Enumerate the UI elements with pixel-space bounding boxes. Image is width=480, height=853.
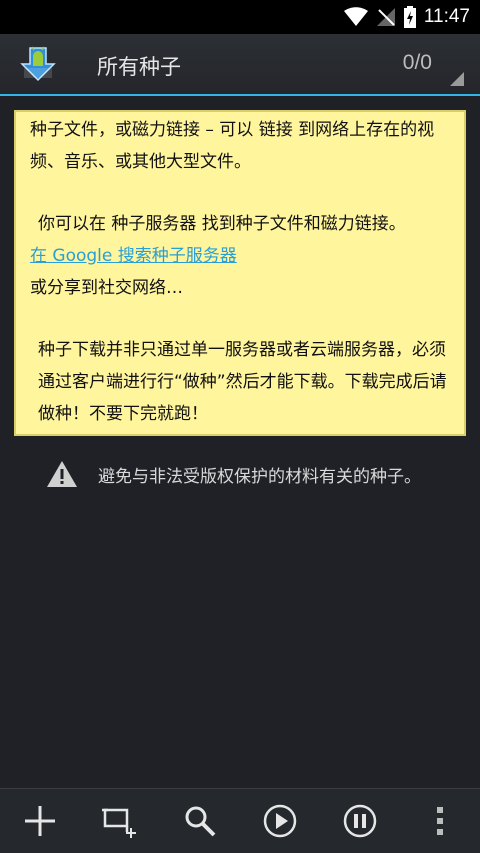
info-paragraph: 种子下载并非只通过单一服务器或者云端服务器，必须通过客户端进行行“做种”然后才能… bbox=[38, 340, 447, 424]
action-bar: 所有种子 0/0 bbox=[0, 34, 480, 94]
dropdown-indicator-icon[interactable] bbox=[450, 72, 464, 86]
warning-icon bbox=[47, 461, 77, 487]
status-bar: 11:47 bbox=[0, 0, 480, 34]
search-icon bbox=[185, 806, 216, 837]
copyright-warning: 避免与非法受版权保护的材料有关的种子。 bbox=[46, 458, 466, 490]
play-icon bbox=[263, 804, 297, 838]
add-files-icon bbox=[102, 808, 136, 838]
add-torrent-button[interactable] bbox=[0, 789, 80, 853]
torrent-count[interactable]: 0/0 bbox=[403, 51, 432, 75]
bottom-toolbar bbox=[0, 788, 480, 853]
resume-all-button[interactable] bbox=[240, 789, 320, 853]
wifi-icon bbox=[343, 7, 368, 26]
clock: 11:47 bbox=[423, 6, 470, 27]
pause-icon bbox=[343, 804, 377, 838]
add-icon bbox=[25, 806, 55, 836]
page-title[interactable]: 所有种子 bbox=[97, 51, 181, 81]
info-paragraph: 你可以在 种子服务器 找到种子文件和磁力链接。 bbox=[38, 214, 406, 234]
overflow-menu-icon bbox=[437, 807, 443, 835]
pause-all-button[interactable] bbox=[320, 789, 400, 853]
battery-charging-icon bbox=[403, 6, 416, 28]
no-signal-icon bbox=[376, 8, 395, 26]
info-paragraph: 种子文件，或磁力链接 – 可以 链接 到网络上存在的视频、音乐、或其他大型文件。 bbox=[30, 120, 435, 172]
info-paragraph: 或分享到社交网络… bbox=[30, 278, 183, 298]
warning-text: 避免与非法受版权保护的材料有关的种子。 bbox=[98, 467, 421, 487]
info-card: 种子文件，或磁力链接 – 可以 链接 到网络上存在的视频、音乐、或其他大型文件。… bbox=[14, 110, 466, 436]
app-logo-icon[interactable] bbox=[16, 42, 60, 86]
overflow-menu-button[interactable] bbox=[400, 789, 480, 853]
action-bar-divider bbox=[0, 94, 480, 96]
add-files-button[interactable] bbox=[80, 789, 160, 853]
google-search-link[interactable]: 在 Google 搜索种子服务器 bbox=[30, 246, 237, 266]
search-button[interactable] bbox=[160, 789, 240, 853]
